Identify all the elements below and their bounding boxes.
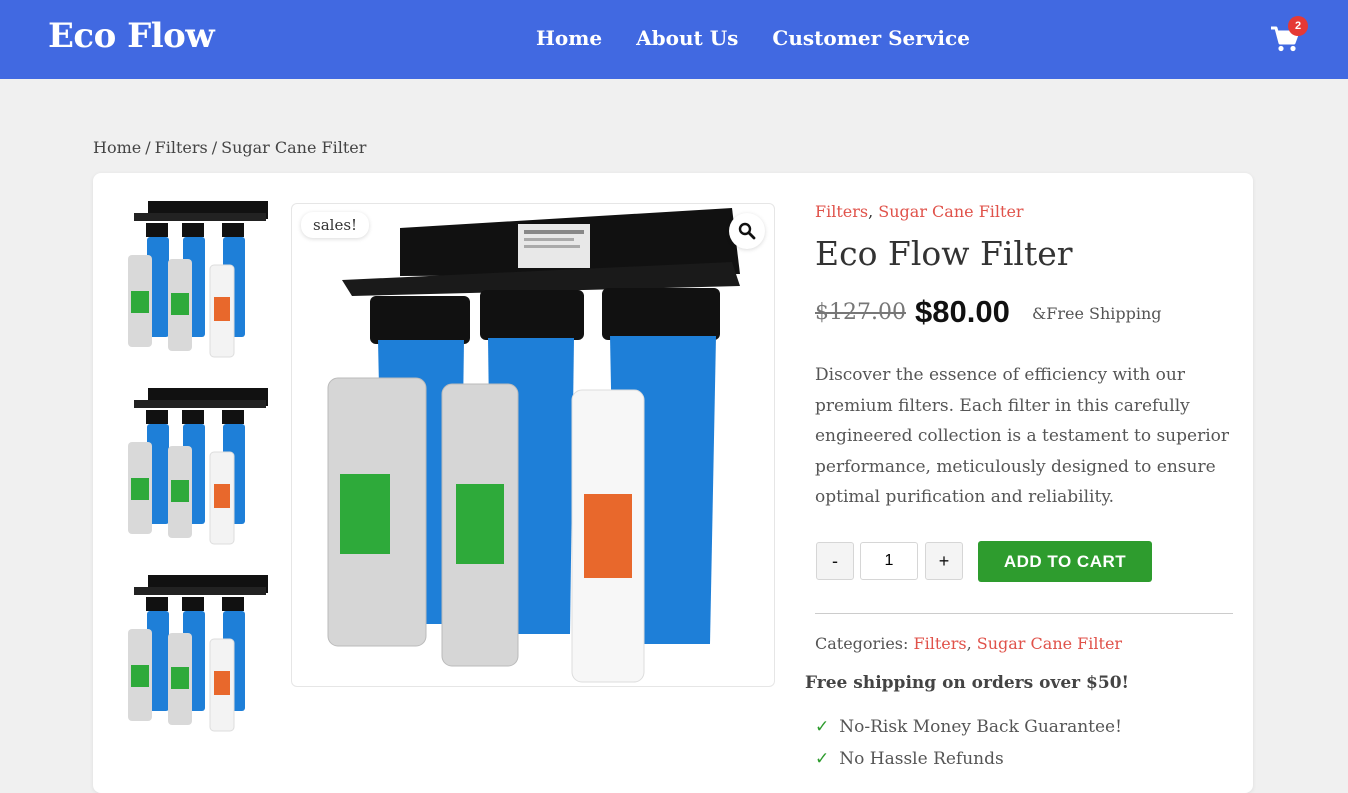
category-link-filters[interactable]: Filters [913,634,966,653]
nav-about-us[interactable]: About Us [636,26,738,50]
product-categories-top: Filters, Sugar Cane Filter [815,202,1024,221]
quantity-decrease-button[interactable]: - [816,542,854,580]
product-thumbnail-3[interactable] [126,567,270,733]
main-nav: Home About Us Customer Service [536,26,970,50]
breadcrumb-filters[interactable]: Filters [155,138,208,157]
shipping-note: &Free Shipping [1032,304,1162,323]
nav-home[interactable]: Home [536,26,602,50]
zoom-button[interactable] [729,213,765,249]
categories-label: Categories: [815,634,909,653]
divider [815,613,1233,614]
product-title: Eco Flow Filter [815,234,1073,273]
nav-customer-service[interactable]: Customer Service [772,26,970,50]
free-shipping-notice: Free shipping on orders over $50! [805,673,1129,693]
product-main-image[interactable] [291,203,775,687]
category-link-sugar-cane-filter[interactable]: Sugar Cane Filter [878,202,1023,221]
perk-label: No-Risk Money Back Guarantee! [839,717,1122,737]
category-link-sugar-cane-filter[interactable]: Sugar Cane Filter [977,634,1122,653]
perk-item: ✓ No-Risk Money Back Guarantee! [815,717,1122,737]
product-thumbnail-2[interactable] [126,380,270,546]
cart-count-badge: 2 [1288,16,1308,36]
site-header: Eco Flow Home About Us Customer Service [0,0,1348,79]
checkmark-icon: ✓ [815,717,830,737]
category-link-filters[interactable]: Filters [815,202,868,221]
breadcrumb: Home / Filters / Sugar Cane Filter [93,138,366,157]
original-price: $127.00 [815,300,906,325]
magnifier-icon [738,222,756,240]
breadcrumb-separator: / [211,138,218,157]
quantity-input[interactable] [860,542,918,580]
sale-price: $80.00 [915,294,1010,329]
quantity-increase-button[interactable]: + [925,542,963,580]
breadcrumb-separator: / [145,138,151,157]
product-thumbnail-1[interactable] [126,193,270,359]
breadcrumb-home[interactable]: Home [93,138,141,157]
perk-item: ✓ No Hassle Refunds [815,749,1004,769]
sale-badge: sales! [301,212,370,238]
site-logo[interactable]: Eco Flow [48,16,215,56]
product-categories-meta: Categories: Filters, Sugar Cane Filter [815,634,1123,653]
product-description: Discover the essence of efficiency with … [815,365,1230,507]
breadcrumb-current: Sugar Cane Filter [221,138,367,157]
water-filter-illustration [327,208,740,683]
perk-label: No Hassle Refunds [839,749,1004,769]
add-to-cart-button[interactable]: ADD TO CART [978,541,1152,582]
checkmark-icon: ✓ [815,749,830,769]
